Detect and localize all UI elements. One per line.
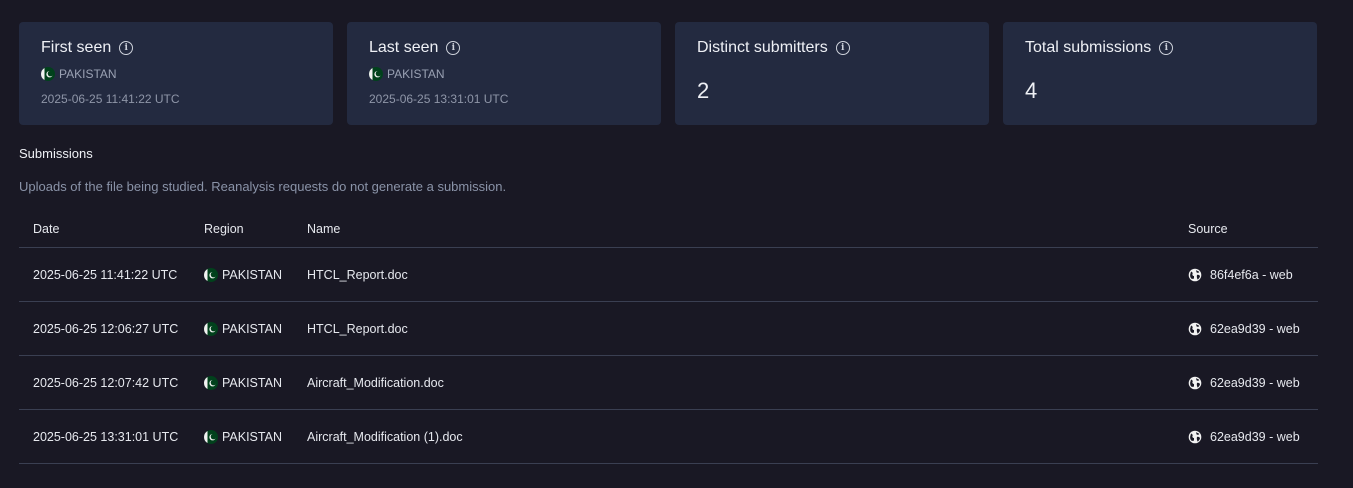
row-region-text: PAKISTAN	[222, 321, 282, 336]
row-file-name: HTCL_Report.doc	[307, 321, 408, 336]
row-source-text: 86f4ef6a - web	[1210, 267, 1293, 282]
card-title: Last seen i	[369, 38, 639, 58]
pakistan-flag-icon	[204, 267, 218, 282]
row-region-text: PAKISTAN	[222, 267, 282, 282]
table-header: Date Region Name Source	[19, 210, 1318, 248]
card-title: Total submissions i	[1025, 38, 1295, 58]
globe-icon	[1188, 322, 1202, 335]
distinct-submitters-value: 2	[697, 78, 710, 103]
table-row: 2025-06-25 11:41:22 UTC PAKISTAN HTCL_Re…	[19, 248, 1318, 302]
submissions-description: Uploads of the file being studied. Reana…	[19, 179, 507, 194]
info-icon[interactable]: i	[835, 41, 850, 55]
info-icon[interactable]: i	[119, 41, 134, 55]
first-seen-card: First seen i PAKISTAN 2025-06-25 11:41:2…	[19, 22, 333, 125]
first-seen-date: 2025-06-25 11:41:22 UTC	[41, 92, 180, 106]
table-row: 2025-06-25 12:06:27 UTC PAKISTAN HTCL_Re…	[19, 302, 1318, 356]
row-region: PAKISTAN	[204, 267, 307, 282]
card-title-text: Total submissions	[1025, 39, 1152, 56]
row-file-name: Aircraft_Modification (1).doc	[307, 429, 463, 444]
row-source[interactable]: 62ea9d39 - web	[1188, 376, 1318, 390]
region-line: PAKISTAN	[41, 66, 311, 82]
region-line: PAKISTAN	[369, 66, 639, 82]
row-region: PAKISTAN	[204, 375, 307, 390]
distinct-submitters-card: Distinct submitters i 2	[675, 22, 989, 125]
row-region-text: PAKISTAN	[222, 429, 282, 444]
row-source[interactable]: 62ea9d39 - web	[1188, 322, 1318, 336]
column-header-name[interactable]: Name	[307, 222, 1188, 236]
pakistan-flag-icon	[369, 67, 383, 81]
card-title-text: Last seen	[369, 39, 439, 56]
column-header-source[interactable]: Source	[1188, 222, 1318, 236]
row-source-text: 62ea9d39 - web	[1210, 429, 1300, 444]
row-region: PAKISTAN	[204, 429, 307, 444]
pakistan-flag-icon	[204, 429, 218, 444]
card-title-text: Distinct submitters	[697, 39, 828, 56]
last-seen-card: Last seen i PAKISTAN 2025-06-25 13:31:01…	[347, 22, 661, 125]
globe-icon	[1188, 430, 1202, 443]
pakistan-flag-icon	[204, 321, 218, 336]
pakistan-flag-icon	[41, 67, 55, 81]
row-file-name: HTCL_Report.doc	[307, 267, 408, 282]
info-icon[interactable]: i	[446, 41, 461, 55]
submissions-title: Submissions	[19, 146, 93, 161]
card-title: First seen i	[41, 38, 311, 58]
summary-cards: First seen i PAKISTAN 2025-06-25 11:41:2…	[19, 22, 1317, 125]
column-header-date[interactable]: Date	[19, 222, 204, 236]
row-region-text: PAKISTAN	[222, 375, 282, 390]
table-row: 2025-06-25 12:07:42 UTC PAKISTAN Aircraf…	[19, 356, 1318, 410]
column-header-region[interactable]: Region	[204, 222, 307, 236]
submissions-table: Date Region Name Source 2025-06-25 11:41…	[19, 210, 1318, 464]
globe-icon	[1188, 376, 1202, 389]
total-submissions-card: Total submissions i 4	[1003, 22, 1317, 125]
row-date: 2025-06-25 13:31:01 UTC	[33, 429, 179, 444]
row-source-text: 62ea9d39 - web	[1210, 321, 1300, 336]
card-title: Distinct submitters i	[697, 38, 967, 58]
pakistan-flag-icon	[204, 375, 218, 390]
card-title-text: First seen	[41, 39, 112, 56]
total-submissions-value: 4	[1025, 78, 1038, 103]
table-row: 2025-06-25 13:31:01 UTC PAKISTAN Aircraf…	[19, 410, 1318, 464]
row-source[interactable]: 86f4ef6a - web	[1188, 268, 1318, 282]
row-region: PAKISTAN	[204, 321, 307, 336]
region-text: PAKISTAN	[387, 67, 445, 81]
row-date: 2025-06-25 12:07:42 UTC	[33, 375, 179, 390]
row-source[interactable]: 62ea9d39 - web	[1188, 430, 1318, 444]
region-text: PAKISTAN	[59, 67, 117, 81]
row-date: 2025-06-25 12:06:27 UTC	[33, 321, 179, 336]
info-icon[interactable]: i	[1159, 41, 1174, 55]
row-date: 2025-06-25 11:41:22 UTC	[33, 267, 178, 282]
globe-icon	[1188, 268, 1202, 281]
row-source-text: 62ea9d39 - web	[1210, 375, 1300, 390]
last-seen-date: 2025-06-25 13:31:01 UTC	[369, 92, 509, 106]
row-file-name: Aircraft_Modification.doc	[307, 375, 444, 390]
